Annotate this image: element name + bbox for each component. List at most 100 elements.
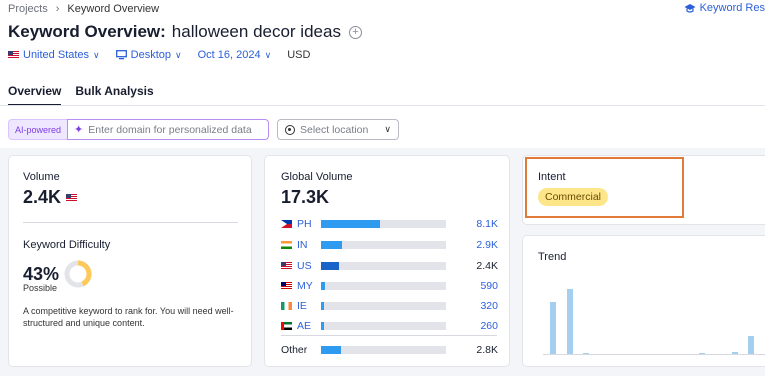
ai-powered-badge: AI-powered bbox=[8, 119, 68, 140]
volume-label: Volume bbox=[23, 171, 60, 183]
volume-bar-fill bbox=[321, 282, 326, 290]
tab-overview[interactable]: Overview bbox=[8, 84, 62, 106]
graduation-cap-icon bbox=[684, 3, 696, 13]
country-row-ae[interactable]: AE 260 bbox=[281, 319, 498, 333]
volume-bar-track bbox=[321, 220, 446, 228]
country-row-in[interactable]: IN 2.9K bbox=[281, 238, 498, 252]
ie-flag-icon bbox=[281, 302, 292, 310]
country-code: IN bbox=[297, 239, 308, 251]
tab-bulk-analysis[interactable]: Bulk Analysis bbox=[75, 84, 153, 106]
add-keyword-icon[interactable]: + bbox=[348, 25, 362, 39]
country-label: United States bbox=[23, 49, 90, 61]
desktop-icon bbox=[115, 50, 127, 60]
country-code: MY bbox=[297, 280, 313, 292]
trend-bar bbox=[566, 288, 573, 355]
date-dropdown[interactable]: Oct 16, 2024 ∨ bbox=[198, 49, 272, 61]
tab-bar: Overview Bulk Analysis bbox=[8, 84, 154, 106]
top-header: Projects › Keyword Overview Keyword Res … bbox=[0, 0, 765, 148]
country-volume: 590 bbox=[480, 280, 498, 292]
us-flag-icon bbox=[66, 193, 78, 202]
ai-domain-group: AI-powered ✦ bbox=[8, 119, 270, 140]
kd-level: Possible bbox=[23, 283, 58, 293]
card-divider bbox=[281, 335, 497, 336]
trend-card: Trend bbox=[522, 235, 765, 367]
trend-bar bbox=[550, 302, 556, 355]
volume-bar-fill bbox=[321, 262, 339, 270]
global-volume-card: Global Volume 17.3K PH 8.1K IN 2.9K US 2… bbox=[264, 155, 510, 367]
other-label: Other bbox=[281, 344, 308, 356]
ph-flag-icon bbox=[281, 220, 292, 228]
device-label: Desktop bbox=[130, 49, 171, 61]
kd-label: Keyword Difficulty bbox=[23, 239, 111, 251]
country-dropdown[interactable]: United States ∨ bbox=[8, 49, 100, 61]
breadcrumb: Projects › Keyword Overview bbox=[8, 3, 159, 15]
my-flag-icon bbox=[281, 282, 292, 290]
global-volume-label: Global Volume bbox=[281, 171, 353, 183]
country-code: PH bbox=[297, 218, 312, 230]
volume-value: 2.4K bbox=[23, 187, 62, 207]
kd-value: 43% bbox=[23, 263, 60, 284]
card-divider bbox=[23, 222, 238, 223]
volume-bar-track bbox=[321, 262, 446, 270]
volume-bar-track bbox=[321, 241, 446, 249]
breadcrumb-projects[interactable]: Projects bbox=[8, 3, 48, 15]
volume-card: Volume 2.4K Keyword Difficulty 43% Possi… bbox=[8, 155, 252, 367]
volume-bar-track bbox=[321, 346, 446, 354]
volume-bar-fill bbox=[321, 322, 324, 330]
volume-value-row: 2.4K bbox=[23, 187, 78, 208]
in-flag-icon bbox=[281, 241, 292, 249]
trend-baseline bbox=[543, 354, 765, 355]
location-pin-icon bbox=[285, 124, 295, 135]
page-title: Keyword Overview: halloween decor ideas … bbox=[8, 22, 362, 42]
volume-bar-track bbox=[321, 282, 446, 290]
ae-flag-icon bbox=[281, 322, 292, 330]
chevron-down-icon: ∨ bbox=[93, 49, 100, 60]
other-volume: 2.8K bbox=[476, 344, 498, 356]
device-dropdown[interactable]: Desktop ∨ bbox=[115, 49, 182, 61]
intent-label: Intent bbox=[538, 171, 566, 183]
country-code: IE bbox=[297, 300, 307, 312]
us-flag-icon bbox=[281, 262, 292, 270]
volume-bar-fill bbox=[321, 241, 343, 249]
country-row-ph[interactable]: PH 8.1K bbox=[281, 217, 498, 231]
volume-bar-track bbox=[321, 302, 446, 310]
volume-bar-fill bbox=[321, 302, 324, 310]
title-prefix: Keyword Overview: bbox=[8, 22, 166, 41]
country-row-other: Other 2.8K bbox=[281, 343, 498, 357]
trend-bar bbox=[748, 336, 754, 355]
volume-bar-fill bbox=[321, 220, 380, 228]
ai-domain-field[interactable]: ✦ bbox=[67, 119, 270, 140]
country-code: US bbox=[297, 260, 312, 272]
chevron-down-icon: ∨ bbox=[384, 124, 391, 134]
intent-card: Intent Commercial bbox=[522, 155, 765, 225]
volume-bar-track bbox=[321, 322, 446, 330]
chevron-down-icon: ∨ bbox=[175, 49, 182, 60]
keyword-research-link[interactable]: Keyword Res bbox=[684, 2, 765, 14]
kd-description: A competitive keyword to rank for. You w… bbox=[23, 306, 234, 328]
location-placeholder: Select location bbox=[300, 123, 369, 136]
country-row-ie[interactable]: IE 320 bbox=[281, 299, 498, 313]
country-volume: 2.9K bbox=[476, 239, 498, 251]
intent-badge[interactable]: Commercial bbox=[538, 188, 609, 206]
us-flag-icon bbox=[8, 51, 19, 59]
breadcrumb-current: Keyword Overview bbox=[67, 3, 160, 15]
chevron-down-icon: ∨ bbox=[264, 49, 272, 60]
country-row-my[interactable]: MY 590 bbox=[281, 279, 498, 293]
country-row-us[interactable]: US 2.4K bbox=[281, 259, 498, 273]
global-volume-value: 17.3K bbox=[281, 187, 330, 207]
volume-bar-fill bbox=[321, 346, 341, 354]
country-volume: 2.4K bbox=[476, 260, 498, 272]
trend-label: Trend bbox=[538, 251, 567, 263]
filter-bar: United States ∨ Desktop ∨ Oct 16, 2024 ∨… bbox=[8, 49, 310, 61]
currency-label: USD bbox=[287, 49, 311, 61]
country-volume: 320 bbox=[480, 300, 498, 312]
country-volume: 8.1K bbox=[476, 218, 498, 230]
chevron-right-icon: › bbox=[55, 3, 60, 15]
domain-input[interactable] bbox=[88, 123, 261, 136]
title-keyword: halloween decor ideas bbox=[171, 22, 341, 41]
country-volume: 260 bbox=[480, 320, 498, 332]
tab-divider bbox=[0, 105, 765, 106]
location-select[interactable]: Select location ∨ bbox=[277, 119, 399, 140]
country-code: AE bbox=[297, 320, 312, 332]
keyword-research-label: Keyword Res bbox=[699, 2, 765, 14]
